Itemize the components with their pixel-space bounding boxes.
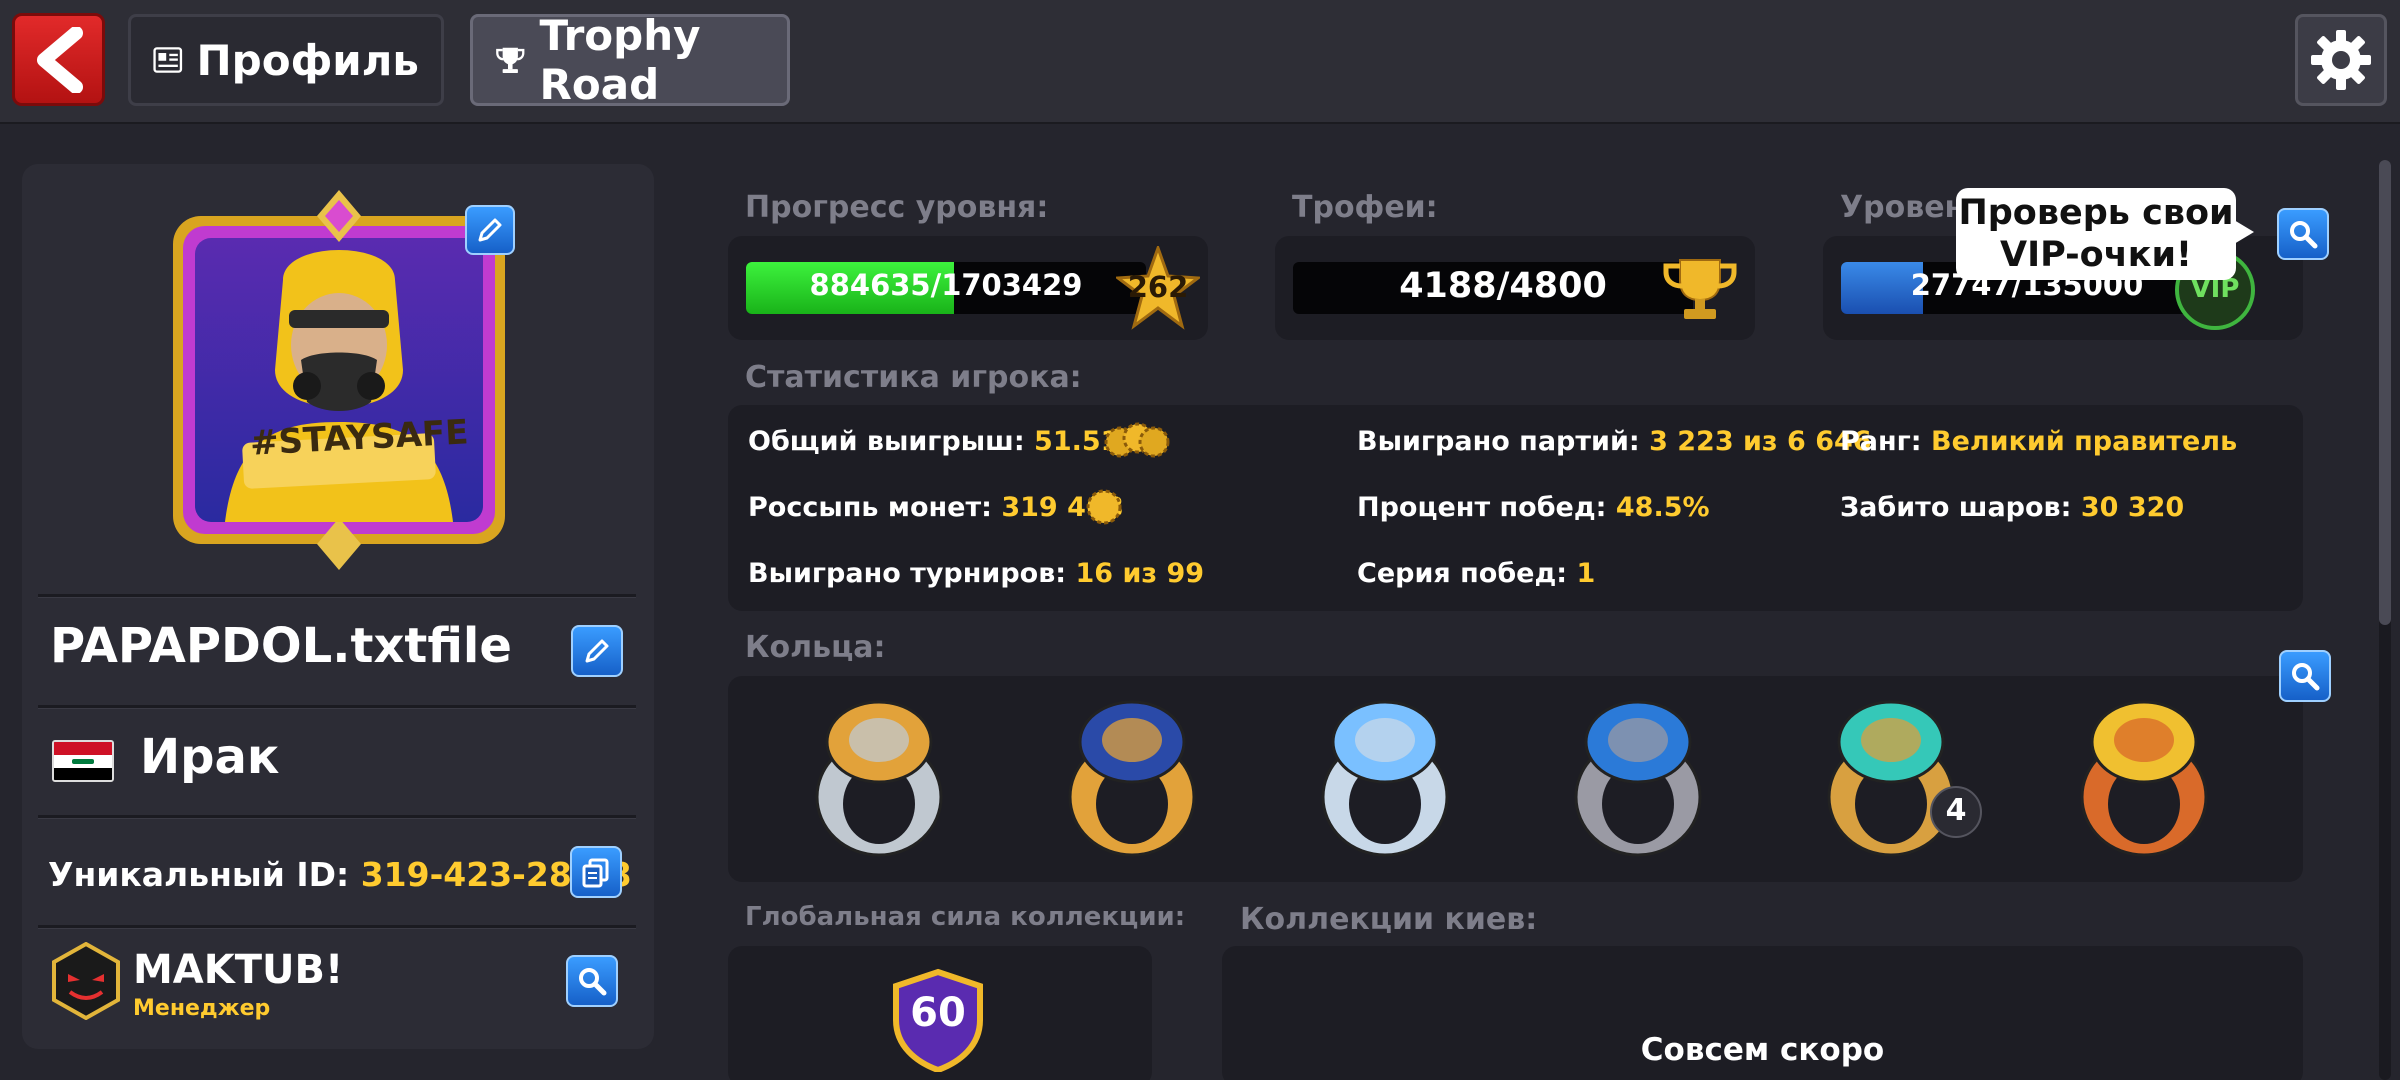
pencil-icon <box>478 218 502 242</box>
stats-label: Статистика игрока: <box>745 360 1082 395</box>
level-progress-label: Прогресс уровня: <box>745 190 1049 225</box>
copy-icon <box>582 858 609 888</box>
rings-label: Кольца: <box>745 630 886 665</box>
level-progress-value: 884635/1703429 <box>809 268 1083 302</box>
trophy-icon <box>1660 256 1740 326</box>
cue-collections-label: Коллекции киев: <box>1240 902 1538 937</box>
stat-coins: Россыпь монет: 319 468 <box>748 492 1123 523</box>
rings-list <box>728 676 2303 882</box>
club-name: MAKTUB! <box>133 947 344 993</box>
stat-win-streak-value: 1 <box>1576 558 1596 589</box>
stat-games-won: Выиграно партий: 3 223 из 6 646 <box>1357 426 1872 457</box>
ring-item[interactable] <box>1816 692 1966 862</box>
search-icon <box>2290 221 2318 249</box>
stat-win-percent: Процент побед: 48.5% <box>1357 492 1710 523</box>
collection-power-label: Глобальная сила коллекции: <box>745 902 1186 932</box>
vip-search-button[interactable] <box>2277 208 2329 260</box>
chevron-left-icon <box>36 26 83 93</box>
divider <box>38 705 636 709</box>
tab-profile[interactable]: Профиль <box>128 14 444 106</box>
vip-tooltip: Проверь свои VIP-очки! <box>1956 188 2254 280</box>
ring-count-badge: 4 <box>1930 786 1982 838</box>
stat-games-won-value: 3 223 из 6 646 <box>1649 426 1872 457</box>
copy-id-button[interactable] <box>570 846 622 898</box>
stat-games-won-label: Выиграно партий: <box>1357 426 1640 457</box>
divider <box>38 925 636 929</box>
id-card-icon <box>153 47 183 73</box>
stat-balls-potted: Забито шаров: 30 320 <box>1840 492 2184 523</box>
vip-tooltip-line1: Проверь свои <box>1958 193 2234 233</box>
ring-item[interactable] <box>1057 692 1207 862</box>
trophy-icon <box>496 47 525 73</box>
stat-rank-value: Великий правитель <box>1930 426 2238 457</box>
scrollbar-thumb[interactable] <box>2379 160 2391 625</box>
settings-button[interactable] <box>2295 14 2387 106</box>
stat-rank-label: Ранг: <box>1840 426 1922 457</box>
avatar-image <box>173 190 505 570</box>
stat-total-win-label: Общий выигрыш: <box>748 426 1025 457</box>
stat-coins-label: Россыпь монет: <box>748 492 992 523</box>
stat-win-percent-label: Процент побед: <box>1357 492 1607 523</box>
divider <box>38 815 636 819</box>
stat-win-percent-value: 48.5% <box>1615 492 1710 523</box>
country-name: Ирак <box>140 729 280 785</box>
pencil-icon <box>585 639 609 663</box>
stat-balls-potted-value: 30 320 <box>2080 492 2185 523</box>
iraq-flag-icon <box>52 740 114 782</box>
coin-icon <box>1084 487 1124 531</box>
ring-item[interactable] <box>804 692 954 862</box>
player-name: PAPAPDOL.txtfile <box>50 618 512 674</box>
tab-trophy-road[interactable]: Trophy Road <box>470 11 790 109</box>
trophies-label: Трофеи: <box>1292 190 1438 225</box>
tab-trophy-label: Trophy Road <box>539 11 701 109</box>
unique-id: Уникальный ID: 319-423-289-8 <box>48 855 631 894</box>
stat-tournaments-label: Выиграно турниров: <box>748 558 1067 589</box>
club-emblem-icon <box>50 941 122 1024</box>
cue-collections-status: Совсем скоро <box>1640 1032 1885 1068</box>
ring-item[interactable] <box>1563 692 1713 862</box>
edit-avatar-button[interactable] <box>465 205 515 255</box>
coins-stack-icon <box>1104 418 1170 468</box>
divider <box>38 594 636 598</box>
avatar[interactable] <box>165 190 513 570</box>
unique-id-label: Уникальный ID: <box>48 855 350 894</box>
edit-name-button[interactable] <box>571 625 623 677</box>
stat-rank: Ранг: Великий правитель <box>1840 426 2237 457</box>
level-number: 262 <box>1127 270 1189 304</box>
stat-win-streak: Серия побед: 1 <box>1357 558 1595 589</box>
vip-tooltip-line2: VIP-очки! <box>2000 235 2192 275</box>
stat-balls-potted-label: Забито шаров: <box>1840 492 2072 523</box>
stat-total-win: Общий выигрыш: 51.51B <box>748 426 1140 457</box>
club-search-button[interactable] <box>566 955 618 1007</box>
club-role: Менеджер <box>133 996 271 1021</box>
back-button[interactable] <box>12 13 105 106</box>
search-icon <box>579 968 607 996</box>
collection-power-value: 60 <box>910 990 966 1036</box>
stat-tournaments: Выиграно турниров: 16 из 99 <box>748 558 1204 589</box>
vip-level-label: Уровен <box>1840 190 1966 225</box>
stat-win-streak-label: Серия побед: <box>1357 558 1568 589</box>
ring-item[interactable] <box>1310 692 1460 862</box>
tab-profile-label: Профиль <box>196 35 420 85</box>
ring-item[interactable] <box>2069 692 2219 862</box>
trophies-value: 4188/4800 <box>1399 266 1607 306</box>
gear-icon <box>2311 30 2371 90</box>
stat-tournaments-value: 16 из 99 <box>1075 558 1205 589</box>
